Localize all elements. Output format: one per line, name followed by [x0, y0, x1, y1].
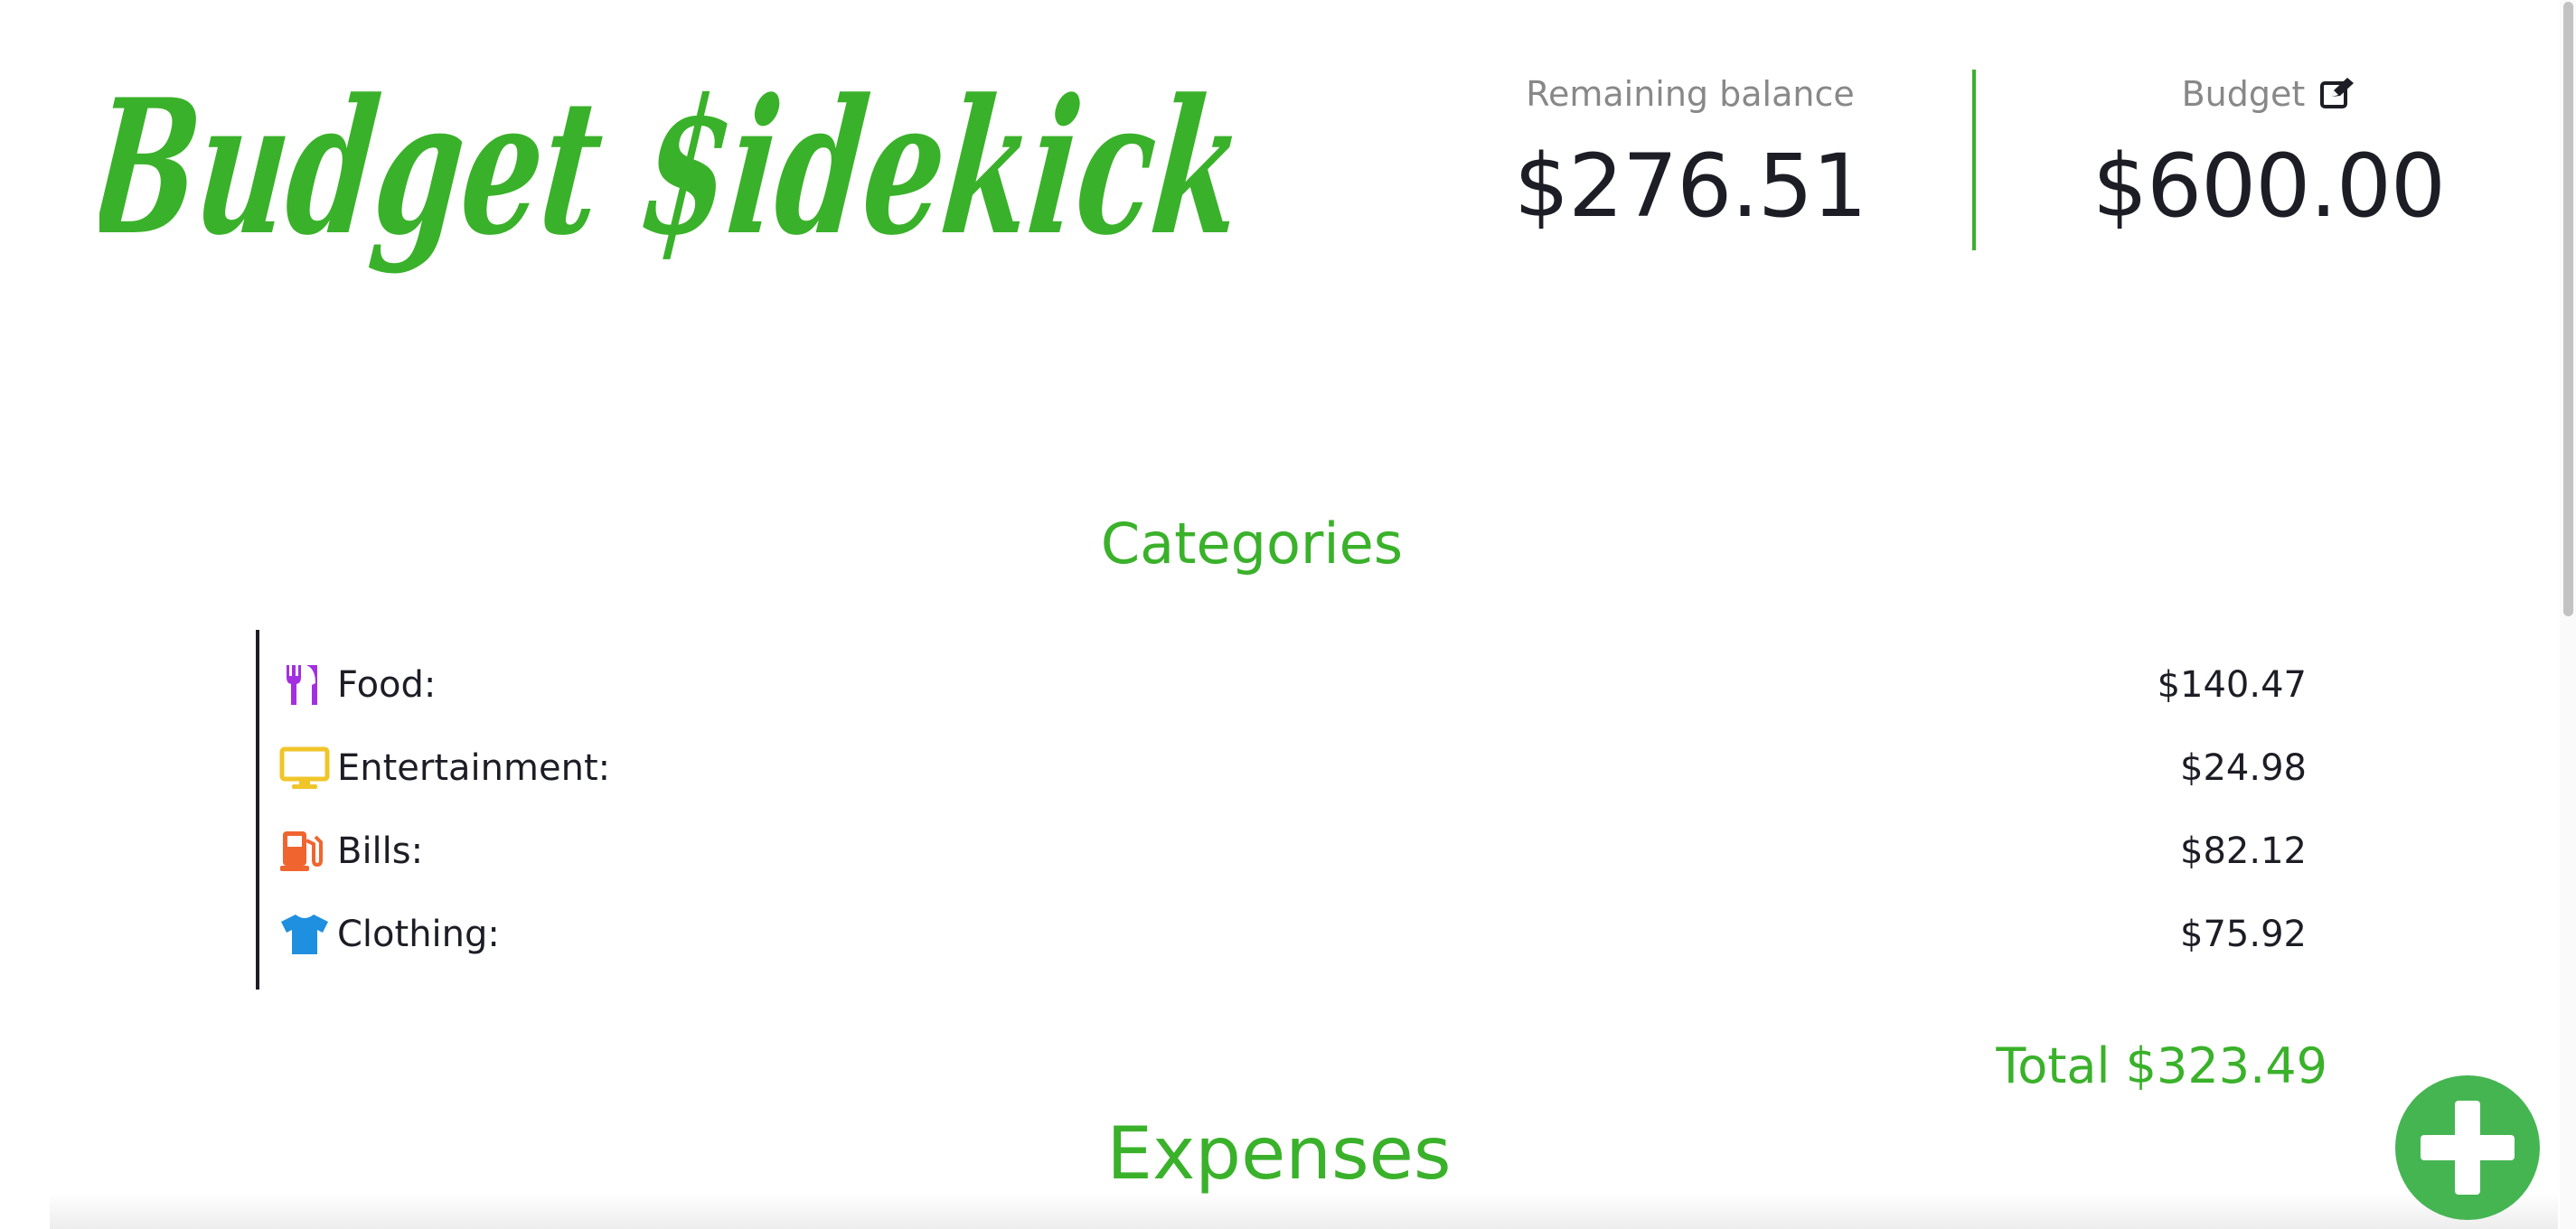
category-row-left: Food:	[279, 661, 436, 708]
category-amount: $24.98	[2180, 747, 2307, 789]
categories-list: Food: $140.47 Entertainment: $24.98 Bill…	[256, 630, 2307, 990]
category-amount: $82.12	[2180, 830, 2307, 872]
budget-label: Budget	[2106, 74, 2431, 114]
header-divider	[1972, 70, 1976, 250]
category-row-clothing[interactable]: Clothing: $75.92	[279, 903, 2307, 966]
scrollbar-thumb[interactable]	[2563, 2, 2573, 616]
budget-label-text: Budget	[2181, 74, 2306, 114]
category-label: Clothing:	[337, 914, 500, 955]
category-label: Bills:	[337, 830, 424, 872]
bottom-shadow	[50, 1193, 2558, 1229]
tshirt-icon	[279, 911, 330, 958]
remaining-balance-amount: $276.51	[1514, 136, 1867, 237]
remaining-balance-label: Remaining balance	[1491, 74, 1889, 114]
remaining-balance-label-text: Remaining balance	[1526, 74, 1855, 114]
gas-pump-icon	[279, 828, 330, 875]
categories-title: Categories	[1100, 511, 1404, 577]
category-row-left: Clothing:	[279, 911, 500, 958]
category-label: Entertainment:	[337, 747, 611, 789]
category-row-left: Entertainment:	[279, 745, 610, 792]
categories-total: Total $323.49	[1996, 1037, 2327, 1094]
edit-icon[interactable]	[2319, 77, 2355, 109]
category-row-bills[interactable]: Bills: $82.12	[279, 820, 2307, 883]
category-row-left: Bills:	[279, 828, 423, 875]
category-row-entertainment[interactable]: Entertainment: $24.98	[279, 736, 2307, 800]
scrollbar-track[interactable]	[2560, 0, 2576, 1229]
add-expense-button[interactable]	[2395, 1075, 2540, 1220]
category-row-food[interactable]: Food: $140.47	[279, 653, 2307, 717]
app-page: Budget $idekick Remaining balance $276.5…	[0, 0, 2576, 1229]
budget-amount: $600.00	[2092, 136, 2446, 237]
utensils-icon	[279, 661, 330, 708]
svg-text:Budget $idekick: Budget $idekick	[99, 60, 1253, 277]
app-logo: Budget $idekick	[99, 38, 1265, 291]
plus-icon	[2421, 1101, 2515, 1195]
monitor-icon	[279, 745, 330, 792]
category-amount: $140.47	[2157, 664, 2307, 706]
expenses-title: Expenses	[1106, 1112, 1452, 1196]
category-amount: $75.92	[2180, 914, 2307, 955]
category-label: Food:	[337, 664, 437, 706]
